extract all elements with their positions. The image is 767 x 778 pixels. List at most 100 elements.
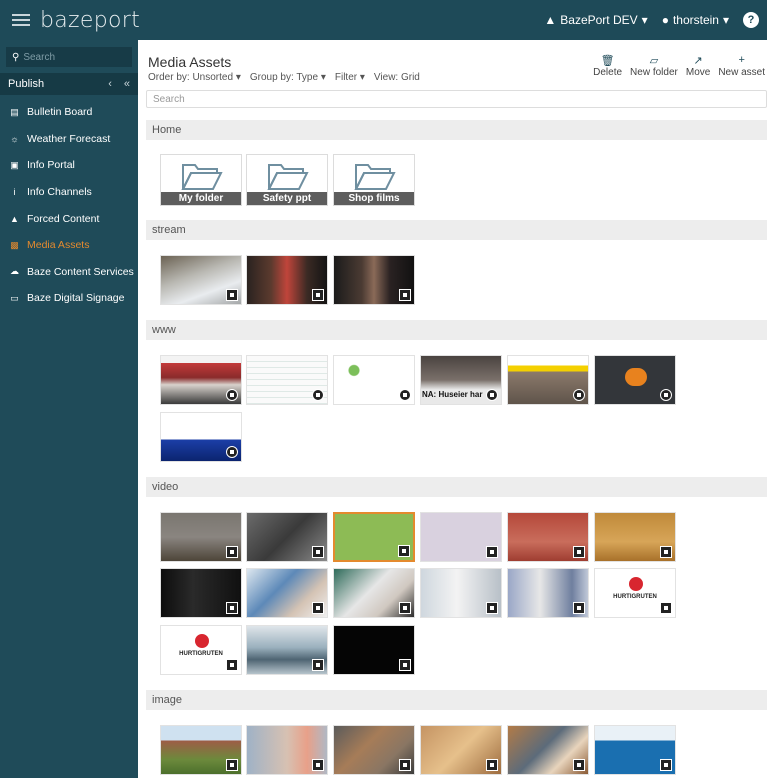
file-icon bbox=[226, 602, 238, 614]
move-button[interactable]: ↗ Move bbox=[686, 54, 710, 78]
publish-header[interactable]: Publish ‹ « bbox=[0, 73, 138, 95]
image-thumbnail[interactable] bbox=[160, 725, 242, 775]
sidebar-search-input[interactable]: ⚲ Search bbox=[6, 47, 132, 67]
stream-thumbnail[interactable] bbox=[246, 255, 328, 305]
section-label: stream bbox=[152, 224, 186, 236]
menu-icon[interactable] bbox=[12, 14, 30, 26]
user-icon: ● bbox=[661, 13, 669, 27]
sidebar-item-bulletin-board[interactable]: ▤ Bulletin Board bbox=[0, 99, 138, 126]
file-icon bbox=[398, 545, 410, 557]
file-icon bbox=[660, 602, 672, 614]
video-camera-icon bbox=[226, 289, 238, 301]
order-by-dropdown[interactable]: Order by: Unsorted ▾ bbox=[148, 72, 241, 83]
video-thumbnail[interactable] bbox=[246, 512, 328, 562]
bulletin-icon: ▤ bbox=[10, 106, 19, 117]
www-thumbnail[interactable] bbox=[507, 355, 589, 405]
folder-tile[interactable]: Shop films bbox=[333, 154, 415, 206]
search-input[interactable]: Search bbox=[146, 90, 767, 108]
sidebar-item-forced-content[interactable]: ▲ Forced Content bbox=[0, 205, 138, 232]
folder-tile[interactable]: My folder bbox=[160, 154, 242, 206]
image-thumbnail[interactable] bbox=[333, 725, 415, 775]
video-thumbnail[interactable] bbox=[594, 512, 676, 562]
sidebar-item-baze-digital-signage[interactable]: ▭ Baze Digital Signage bbox=[0, 285, 138, 312]
section-stream: stream bbox=[146, 220, 767, 240]
collapse-icon[interactable]: « bbox=[124, 78, 130, 90]
www-thumbnail[interactable]: NA: Huseier har bbox=[420, 355, 502, 405]
video-thumbnail[interactable] bbox=[507, 512, 589, 562]
user-label: thorstein bbox=[672, 13, 719, 27]
image-thumbnail[interactable] bbox=[420, 725, 502, 775]
sidebar-item-label: Forced Content bbox=[27, 212, 100, 225]
delete-label: Delete bbox=[593, 67, 623, 78]
image-icon bbox=[660, 759, 672, 771]
file-icon bbox=[660, 546, 672, 558]
chevron-left-icon[interactable]: ‹ bbox=[108, 78, 112, 90]
video-thumbnail[interactable] bbox=[420, 568, 502, 618]
stream-thumbnail[interactable] bbox=[333, 255, 415, 305]
video-thumbnail[interactable] bbox=[333, 625, 415, 675]
video-thumbnail[interactable]: HURTIGRUTEN bbox=[160, 625, 242, 675]
video-thumbnail[interactable] bbox=[160, 512, 242, 562]
www-thumbnail[interactable] bbox=[333, 355, 415, 405]
new-folder-button[interactable]: ▱ New folder bbox=[630, 54, 678, 78]
video-thumbnail[interactable] bbox=[246, 568, 328, 618]
video-thumbnail[interactable] bbox=[507, 568, 589, 618]
sidebar-item-media-assets[interactable]: ▩ Media Assets bbox=[0, 232, 138, 259]
image-icon bbox=[573, 759, 585, 771]
folder-icon: ▱ bbox=[649, 55, 659, 67]
folder-icon bbox=[181, 164, 223, 190]
sidebar-item-info-portal[interactable]: ▣ Info Portal bbox=[0, 152, 138, 179]
folder-tile[interactable]: Safety ppt bbox=[246, 154, 328, 206]
image-thumbnail[interactable] bbox=[594, 725, 676, 775]
section-video: video bbox=[146, 477, 767, 497]
sidebar-item-baze-content-services[interactable]: ☁ Baze Content Services bbox=[0, 259, 138, 286]
www-thumbnail[interactable] bbox=[246, 355, 328, 405]
video-thumbnail[interactable] bbox=[333, 512, 415, 562]
file-icon bbox=[226, 659, 238, 671]
monitor-icon: ▭ bbox=[10, 292, 19, 303]
sidebar-item-info-channels[interactable]: i Info Channels bbox=[0, 179, 138, 206]
globe-icon bbox=[486, 389, 498, 401]
image-thumbnail[interactable] bbox=[507, 725, 589, 775]
new-asset-button[interactable]: + New asset bbox=[718, 54, 765, 78]
sidebar: ⚲ Search Publish ‹ « ▤ Bulletin Board ☼ We… bbox=[0, 40, 138, 778]
filter-dropdown[interactable]: Filter ▾ bbox=[335, 72, 365, 83]
video-thumbnail[interactable] bbox=[333, 568, 415, 618]
sitemap-icon: ▲ bbox=[544, 13, 557, 27]
video-thumbnail[interactable]: HURTIGRUTEN bbox=[594, 568, 676, 618]
view-dropdown[interactable]: View: Grid bbox=[374, 72, 420, 83]
hurtigruten-label: HURTIGRUTEN bbox=[613, 594, 657, 600]
folder-label: My folder bbox=[161, 192, 241, 205]
folder-icon bbox=[267, 164, 309, 190]
new-asset-label: New asset bbox=[718, 67, 765, 78]
www-thumbnail[interactable] bbox=[594, 355, 676, 405]
page-title: Media Assets bbox=[148, 54, 232, 70]
video-thumbnail[interactable] bbox=[246, 625, 328, 675]
org-label: BazePort DEV bbox=[560, 13, 638, 27]
caret-icon: ▾ bbox=[722, 13, 729, 27]
user-dropdown[interactable]: ● thorstein ▾ bbox=[662, 13, 729, 27]
image-icon bbox=[226, 759, 238, 771]
www-thumbnail[interactable] bbox=[160, 412, 242, 462]
image-thumbnail[interactable] bbox=[246, 725, 328, 775]
sun-icon: ☼ bbox=[10, 133, 19, 144]
file-icon bbox=[312, 546, 324, 558]
group-by-dropdown[interactable]: Group by: Type ▾ bbox=[250, 72, 326, 83]
sidebar-item-weather-forecast[interactable]: ☼ Weather Forecast bbox=[0, 126, 138, 153]
sidebar-item-label: Bulletin Board bbox=[27, 106, 93, 119]
video-thumbnail[interactable] bbox=[420, 512, 502, 562]
logo: bazeport bbox=[40, 7, 141, 33]
video-thumbnail[interactable] bbox=[160, 568, 242, 618]
order-by-label: Order by: Unsorted bbox=[148, 72, 234, 83]
www-thumbnail[interactable] bbox=[160, 355, 242, 405]
help-icon[interactable]: ? bbox=[743, 12, 759, 28]
stream-thumbnail[interactable] bbox=[160, 255, 242, 305]
search-placeholder: Search bbox=[153, 93, 185, 105]
video-camera-icon bbox=[399, 289, 411, 301]
org-dropdown[interactable]: ▲ BazePort DEV ▾ bbox=[544, 13, 647, 27]
hurtigruten-logo bbox=[195, 634, 209, 648]
file-icon bbox=[226, 546, 238, 558]
warning-icon: ▲ bbox=[10, 213, 19, 224]
delete-button[interactable]: 🗑 Delete bbox=[593, 54, 622, 78]
section-www: www bbox=[146, 320, 767, 340]
